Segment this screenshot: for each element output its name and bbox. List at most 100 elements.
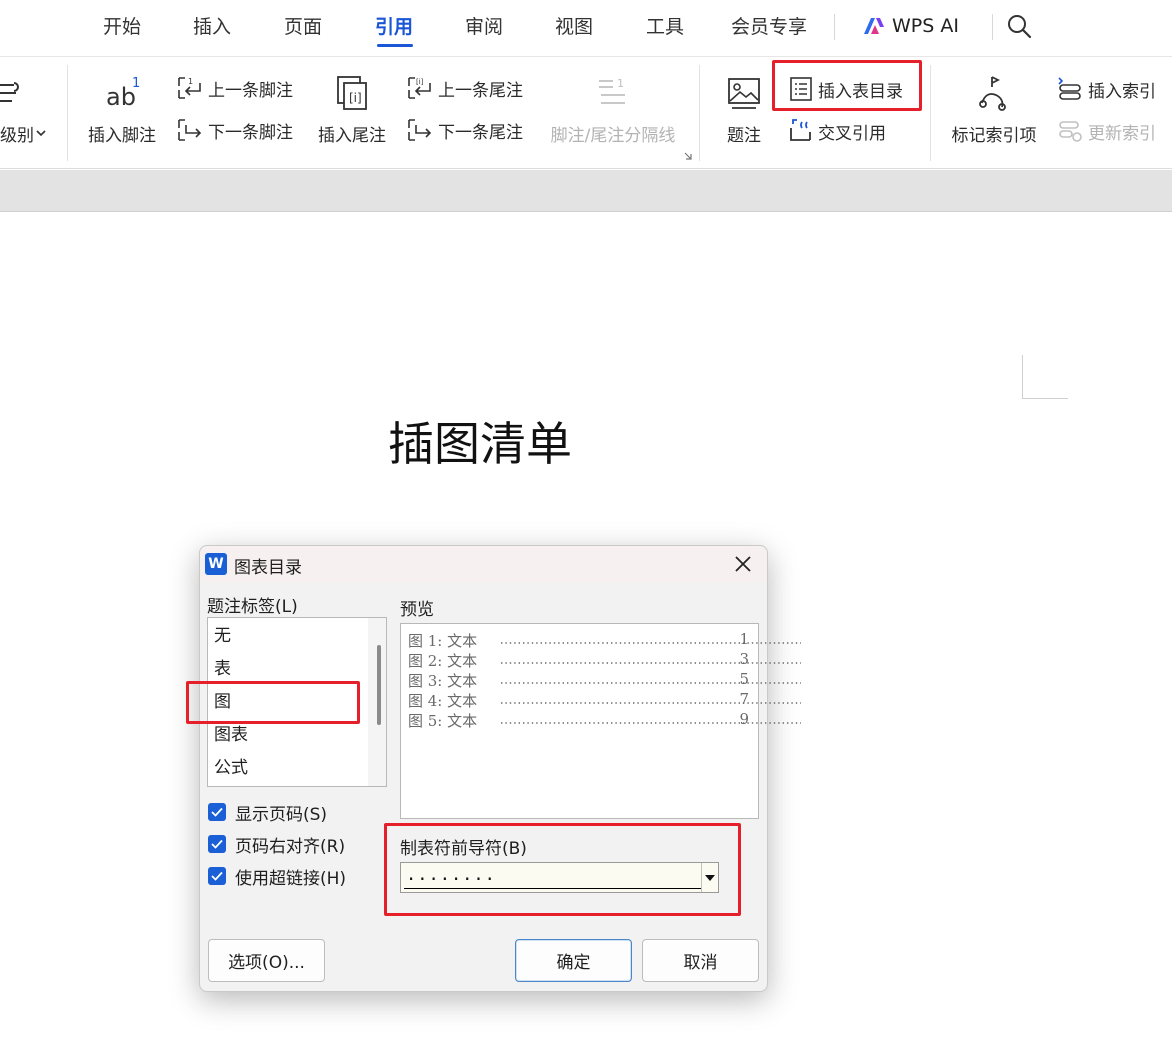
cross-reference-icon	[790, 119, 811, 141]
cancel-button[interactable]: 取消	[642, 939, 759, 982]
close-icon	[735, 556, 751, 572]
prev-endnote-label: 上一条尾注	[438, 80, 523, 101]
prev-footnote-label: 上一条脚注	[208, 80, 293, 101]
caption-button[interactable]: 题注	[712, 69, 776, 149]
tab-insert[interactable]: 插入	[193, 12, 231, 39]
checkbox-checked	[208, 867, 226, 885]
insert-index-button[interactable]: 插入索引	[1056, 74, 1156, 104]
preview-leader-dots	[501, 682, 801, 684]
checkbox-checked	[208, 835, 226, 853]
list-item[interactable]: 无	[208, 620, 366, 653]
prev-endnote-icon: [i]	[408, 77, 431, 99]
preview-line-text: 图 4: 文本	[408, 692, 478, 710]
ribbon-divider	[699, 65, 700, 161]
preview-line-page: 9	[739, 710, 749, 728]
update-index-button[interactable]: 更新索引	[1056, 116, 1156, 146]
insert-endnote-button[interactable]: [i] 插入尾注	[310, 69, 394, 149]
tab-home[interactable]: 开始	[103, 12, 141, 39]
image-caption-icon	[728, 78, 760, 109]
preview-heading: 预览	[400, 600, 434, 620]
wps-ai-button[interactable]: WPS AI	[862, 11, 959, 41]
ruler-area	[0, 170, 1172, 212]
insert-endnote-label: 插入尾注	[318, 126, 386, 146]
preview-line-page: 5	[739, 670, 749, 688]
table-of-figures-icon	[790, 77, 812, 101]
mark-index-icon	[979, 76, 1006, 111]
close-button[interactable]	[729, 551, 757, 577]
list-item[interactable]: 图	[208, 686, 366, 719]
list-item[interactable]: 公式	[208, 752, 366, 785]
preview-line-text: 图 2: 文本	[408, 652, 478, 670]
table-of-figures-dialog: W 图表目录 题注标签(L) 无 表 图 图表 公式 显示页码(S) 页码右对齐…	[186, 545, 801, 992]
right-align-page-numbers-checkbox[interactable]: 页码右对齐(R)	[208, 832, 345, 857]
svg-text:[i]: [i]	[416, 78, 424, 86]
svg-text:1: 1	[132, 76, 140, 91]
caption-label-list[interactable]: 无 表 图 图表 公式	[207, 617, 387, 787]
update-index-label: 更新索引	[1088, 123, 1156, 144]
tab-tools[interactable]: 工具	[646, 12, 684, 39]
preview-line-page: 1	[739, 630, 749, 648]
svg-text:[i]: [i]	[349, 91, 362, 105]
svg-text:1: 1	[188, 77, 193, 86]
ribbon-references: 级别 ab 1 插入脚注 1 上一条脚注 下一条脚注 [i] 插入尾注 [i] …	[0, 56, 1172, 169]
tab-review[interactable]: 审阅	[465, 12, 503, 39]
list-item[interactable]: 图表	[208, 719, 366, 752]
tab-view[interactable]: 视图	[555, 12, 593, 39]
document-title[interactable]: 插图清单	[388, 408, 572, 474]
checkmark-icon	[211, 807, 223, 817]
cross-reference-label: 交叉引用	[818, 123, 886, 144]
dialog-title: 图表目录	[234, 558, 302, 578]
use-hyperlinks-checkbox[interactable]: 使用超链接(H)	[208, 864, 347, 889]
checkbox-checked	[208, 803, 226, 821]
tab-leader-select[interactable]: ........	[400, 862, 719, 893]
cross-reference-button[interactable]: 交叉引用	[788, 116, 886, 146]
next-endnote-label: 下一条尾注	[438, 122, 523, 143]
dialog-launcher-icon[interactable]	[683, 151, 693, 161]
update-index-icon	[1059, 121, 1082, 142]
outline-level-button[interactable]: 级别	[0, 69, 50, 149]
footnote-separator-button[interactable]: 1 脚注/尾注分隔线	[544, 69, 682, 149]
dropdown-arrow[interactable]	[701, 863, 718, 892]
options-button[interactable]: 选项(O)...	[208, 939, 325, 982]
insert-table-of-figures-label: 插入表目录	[818, 81, 903, 102]
dialog-titlebar[interactable]: W 图表目录	[200, 546, 767, 582]
insert-table-of-figures-button[interactable]: 插入表目录	[788, 74, 903, 104]
tab-member[interactable]: 会员专享	[731, 12, 807, 39]
preview-box: 图 1: 文本 1 图 2: 文本 3 图 3: 文本 5 图 4: 文本 7 …	[400, 623, 801, 819]
prev-footnote-icon: 1	[178, 77, 201, 99]
show-page-numbers-checkbox[interactable]: 显示页码(S)	[208, 800, 328, 825]
active-tab-indicator	[377, 44, 413, 47]
checkmark-icon	[211, 839, 223, 849]
next-footnote-button[interactable]: 下一条脚注	[176, 115, 293, 145]
preview-line-page: 3	[739, 650, 749, 668]
next-endnote-button[interactable]: 下一条尾注	[406, 115, 523, 145]
preview-leader-dots	[501, 722, 801, 724]
ok-button[interactable]: 确定	[515, 939, 632, 982]
footnote-icon: ab 1	[106, 76, 140, 111]
focus-underline	[404, 888, 704, 889]
tab-page[interactable]: 页面	[284, 12, 322, 39]
caret-down-icon	[705, 874, 715, 881]
mark-index-entry-button[interactable]: 标记索引项	[944, 69, 1044, 149]
prev-footnote-button[interactable]: 1 上一条脚注	[176, 73, 293, 103]
checkmark-icon	[211, 871, 223, 881]
separator-label: 脚注/尾注分隔线	[550, 126, 676, 146]
tab-references[interactable]: 引用	[375, 12, 413, 39]
insert-footnote-button[interactable]: ab 1 插入脚注	[80, 69, 164, 149]
ribbon-divider	[67, 65, 68, 161]
search-button[interactable]	[1005, 12, 1035, 42]
preview-leader-dots	[501, 702, 801, 704]
preview-line-text: 图 3: 文本	[408, 672, 478, 690]
list-scroll-thumb[interactable]	[377, 645, 381, 725]
next-footnote-icon	[178, 119, 202, 141]
list-item[interactable]: 表	[208, 653, 366, 686]
next-footnote-label: 下一条脚注	[208, 122, 293, 143]
mark-index-label: 标记索引项	[951, 126, 1037, 146]
show-page-numbers-label: 显示页码(S)	[235, 804, 328, 825]
prev-endnote-button[interactable]: [i] 上一条尾注	[406, 73, 523, 103]
chevron-down-icon	[36, 130, 46, 137]
preview-leader-dots	[501, 662, 801, 664]
use-hyperlinks-label: 使用超链接(H)	[235, 868, 347, 889]
menu-bar: 开始 插入 页面 引用 审阅 视图 工具 会员专享 WPS AI	[0, 0, 1172, 56]
menu-divider	[834, 14, 835, 40]
